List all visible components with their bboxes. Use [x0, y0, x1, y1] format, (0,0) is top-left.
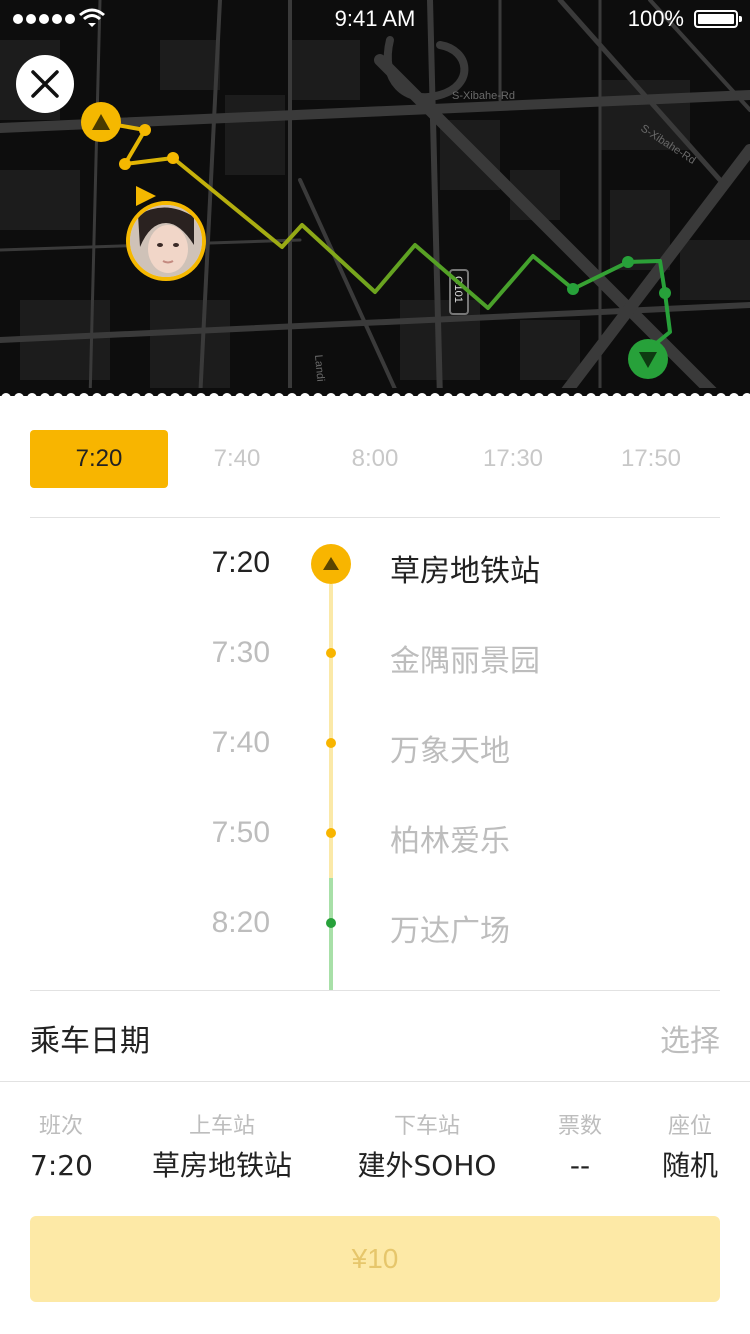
stop-dot [326, 648, 336, 658]
stop-dot [326, 738, 336, 748]
summary-value: 建外SOHO [357, 1149, 497, 1182]
stop-dot [326, 828, 336, 838]
road-label: Landi [312, 354, 326, 382]
end-pin-icon [628, 339, 668, 379]
summary-header: 票数 [557, 1114, 602, 1139]
time-tab[interactable]: 7:20 [30, 430, 168, 488]
pay-button[interactable]: ¥10 [30, 1216, 720, 1302]
ride-date-select[interactable]: 选择 [660, 1016, 720, 1060]
map-canvas: S-Xibahe-Rd S-Xibahe-Rd Landi G101 [0, 0, 750, 396]
summary-value: -- [569, 1149, 591, 1182]
stop-time: 7:30 [211, 636, 270, 669]
summary-seat[interactable]: 座位 随机 [658, 1112, 722, 1188]
summary-header: 上车站 [188, 1114, 255, 1139]
summary-shift: 班次 7:20 [30, 1112, 93, 1188]
divider [0, 1081, 750, 1082]
summary-header: 下车站 [393, 1114, 460, 1139]
stop-time: 7:50 [211, 816, 270, 849]
stop-time: 7:40 [211, 726, 270, 759]
summary-header: 班次 [38, 1114, 83, 1139]
summary-alighting-stop: 下车站 建外SOHO [346, 1112, 508, 1188]
stop-dot [326, 918, 336, 928]
summary-header: 座位 [667, 1114, 712, 1139]
stop-name[interactable]: 万象天地 [390, 726, 510, 770]
route-map[interactable]: S-Xibahe-Rd S-Xibahe-Rd Landi G101 9:41 … [0, 0, 750, 396]
summary-boarding-stop: 上车站 草房地铁站 [142, 1112, 302, 1188]
stop-name[interactable]: 万达广场 [390, 906, 510, 950]
timeline-line-green [329, 878, 333, 990]
summary-value: 7:20 [30, 1149, 93, 1182]
summary-ticket-count[interactable]: 票数 -- [546, 1112, 614, 1188]
start-stop-icon [311, 544, 351, 584]
summary-value: 随机 [661, 1149, 718, 1182]
close-icon [31, 70, 59, 98]
ride-date-label: 乘车日期 [30, 1024, 150, 1059]
divider [30, 990, 720, 991]
time-tab[interactable]: 17:30 [444, 430, 582, 488]
start-pin-icon [81, 102, 121, 142]
time-tab[interactable]: 17:50 [582, 430, 720, 488]
divider [30, 517, 720, 518]
road-label: S-Xibahe-Rd [452, 90, 515, 102]
summary-value: 草房地铁站 [151, 1149, 292, 1182]
time-tab[interactable]: 7:40 [168, 430, 306, 488]
stop-name[interactable]: 金隅丽景园 [390, 636, 540, 680]
time-tab[interactable]: 8:00 [306, 430, 444, 488]
status-bar: 9:41 AM 100% [0, 0, 750, 40]
battery-percent: 100% [627, 6, 684, 31]
stop-time: 8:20 [211, 906, 270, 939]
stop-name[interactable]: 柏林爱乐 [390, 816, 510, 860]
close-button[interactable] [16, 55, 74, 113]
battery-icon [694, 10, 742, 28]
map-scallop-edge [0, 388, 750, 404]
stop-time: 7:20 [211, 546, 270, 579]
driver-avatar[interactable] [126, 201, 206, 281]
stop-name[interactable]: 草房地铁站 [390, 546, 540, 590]
departure-time-tabs: 7:20 7:40 8:00 17:30 17:50 [30, 430, 720, 488]
